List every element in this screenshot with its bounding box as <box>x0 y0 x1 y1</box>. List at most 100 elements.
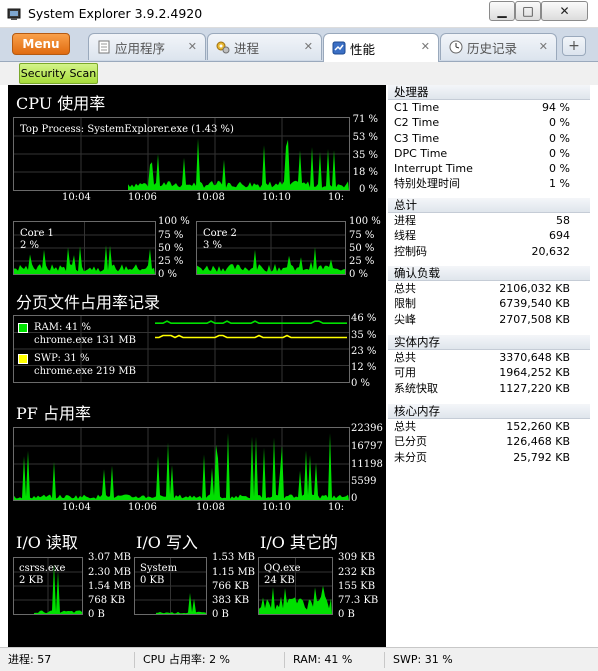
trend-line <box>155 334 347 339</box>
physical-memory-group: 实体内存 总共 3370,648 KB 可用 1964,252 KB 系统快取 112… <box>388 335 590 396</box>
info-key: 线程 <box>394 229 416 243</box>
kernel-memory-group: 核心内存 总共 152,260 KB 已分页 126,468 KB 未分页 25,79… <box>388 404 590 465</box>
cpu-xtick: 10:06 <box>128 192 157 203</box>
info-row: 进程 58 <box>388 213 590 228</box>
tab-strip: Menu 应用程序 ✕ 进程 ✕ 性能 ✕ 历史记录 ✕ + <box>0 28 598 62</box>
core2-ytick: 75 % <box>349 230 375 241</box>
pagefile-ytick: 46 % <box>351 313 377 324</box>
info-key: 总共 <box>394 282 416 295</box>
cpu-ytick: 35 % <box>352 150 378 161</box>
core1-ytick: 25 % <box>158 256 184 267</box>
io-write-ytick: 766 KB <box>212 581 250 592</box>
io-other-value: 24 KB <box>264 575 295 586</box>
io-other-ytick: 0 B <box>338 609 355 620</box>
app-icon <box>7 8 21 20</box>
info-value: 694 <box>549 229 570 243</box>
info-row: 特别处理时间 1 % <box>388 176 590 191</box>
core2-value: 3 % <box>203 240 223 251</box>
info-key: 已分页 <box>394 435 427 449</box>
info-row: 已分页 126,468 KB <box>388 434 590 449</box>
new-tab-button[interactable]: + <box>562 36 586 56</box>
info-key: 控制码 <box>394 244 427 258</box>
core1-ytick: 100 % <box>158 216 190 227</box>
io-other-ytick: 232 KB <box>338 567 376 578</box>
minimize-button[interactable]: ▁ <box>489 1 515 21</box>
trend-line <box>155 320 347 324</box>
core2-ytick: 100 % <box>349 216 381 227</box>
info-key: 进程 <box>394 214 416 227</box>
io-write-ytick: 383 KB <box>212 595 250 606</box>
swp-swatch <box>18 354 28 364</box>
tab-applications[interactable]: 应用程序 ✕ <box>88 33 206 60</box>
info-key: C3 Time <box>394 131 440 145</box>
clock-icon <box>449 40 463 54</box>
close-tab-icon[interactable]: ✕ <box>304 40 313 53</box>
cpu-xtick: 10:08 <box>196 192 225 203</box>
io-write-ytick: 1.15 MB <box>212 567 256 578</box>
maximize-button[interactable]: □ <box>515 1 541 21</box>
menu-button[interactable]: Menu <box>12 33 70 55</box>
pf-xtick: 10:04 <box>62 502 91 513</box>
info-row: C3 Time 0 % <box>388 131 590 146</box>
tab-processes[interactable]: 进程 ✕ <box>207 33 322 60</box>
info-panel: 处理器 C1 Time 94 % C2 Time 0 % C3 Time 0 % DP… <box>388 85 590 647</box>
pf-usage-title: PF 占用率 <box>16 404 91 423</box>
info-key: 未分页 <box>394 450 427 464</box>
status-swp: SWP: 31 % <box>384 652 453 668</box>
tab-label: 性能 <box>350 41 376 57</box>
security-scan-button[interactable]: Security Scan <box>19 63 98 84</box>
info-value: 25,792 KB <box>513 450 570 464</box>
close-button[interactable]: ✕ <box>541 1 588 21</box>
io-write-value: 0 KB <box>140 575 165 586</box>
tab-history[interactable]: 历史记录 ✕ <box>440 33 557 60</box>
info-value: 0 % <box>549 146 570 160</box>
info-value: 0 % <box>549 162 570 176</box>
core1-ytick: 0 % <box>158 269 178 280</box>
io-other-title: I/O 其它的 <box>260 533 338 552</box>
info-key: C2 Time <box>394 116 440 130</box>
core1-ytick: 50 % <box>158 243 184 254</box>
pf-xtick: 10:08 <box>196 502 225 513</box>
status-ram: RAM: 41 % <box>284 652 352 668</box>
pagefile-ytick: 0 % <box>351 378 371 389</box>
io-other-process: QQ.exe <box>264 563 301 574</box>
tab-label: 历史记录 <box>467 40 518 56</box>
status-bar: 进程: 57 CPU 占用率: 2 % RAM: 41 % SWP: 31 % <box>0 647 598 671</box>
io-other-ytick: 155 KB <box>338 581 376 592</box>
tab-label: 进程 <box>234 40 260 56</box>
pagefile-ytick: 12 % <box>351 362 377 373</box>
activity-trace <box>14 433 349 500</box>
ram-swatch <box>18 323 28 333</box>
io-read-process: csrss.exe <box>19 563 66 574</box>
info-value: 1964,252 KB <box>499 366 570 380</box>
core1-ytick: 75 % <box>158 230 184 241</box>
pf-usage-plot <box>14 428 349 500</box>
info-row: 总共 3370,648 KB <box>388 350 590 365</box>
io-read-ytick: 0 B <box>88 609 105 620</box>
info-row: 线程 694 <box>388 228 590 243</box>
cpu-xtick: 10:04 <box>62 192 91 203</box>
core2-label: Core 2 <box>203 228 237 239</box>
io-read-ytick: 768 KB <box>88 595 126 606</box>
group-title: 确认负载 <box>388 266 590 281</box>
info-row: 限制 6739,540 KB <box>388 296 590 311</box>
info-value: 0 % <box>549 131 570 145</box>
close-tab-icon[interactable]: ✕ <box>188 40 197 53</box>
close-tab-icon[interactable]: ✕ <box>539 40 548 53</box>
group-title: 总计 <box>388 198 590 213</box>
info-key: 可用 <box>394 366 416 380</box>
tab-label: 应用程序 <box>115 40 166 56</box>
info-row: DPC Time 0 % <box>388 146 590 161</box>
core1-label: Core 1 <box>20 228 54 239</box>
tab-performance[interactable]: 性能 ✕ <box>323 33 439 62</box>
pagefile-title: 分页文件占用率记录 <box>16 293 161 312</box>
io-other-ytick: 309 KB <box>338 552 376 563</box>
core1-value: 2 % <box>20 240 40 251</box>
activity-trace <box>128 138 349 190</box>
info-value: 0 % <box>549 116 570 130</box>
info-value: 6739,540 KB <box>499 297 570 311</box>
pagefile-ytick: 35 % <box>351 330 377 341</box>
cpu-ytick: 71 % <box>352 114 378 125</box>
close-tab-icon[interactable]: ✕ <box>421 40 430 53</box>
info-value: 1 % <box>549 177 570 191</box>
